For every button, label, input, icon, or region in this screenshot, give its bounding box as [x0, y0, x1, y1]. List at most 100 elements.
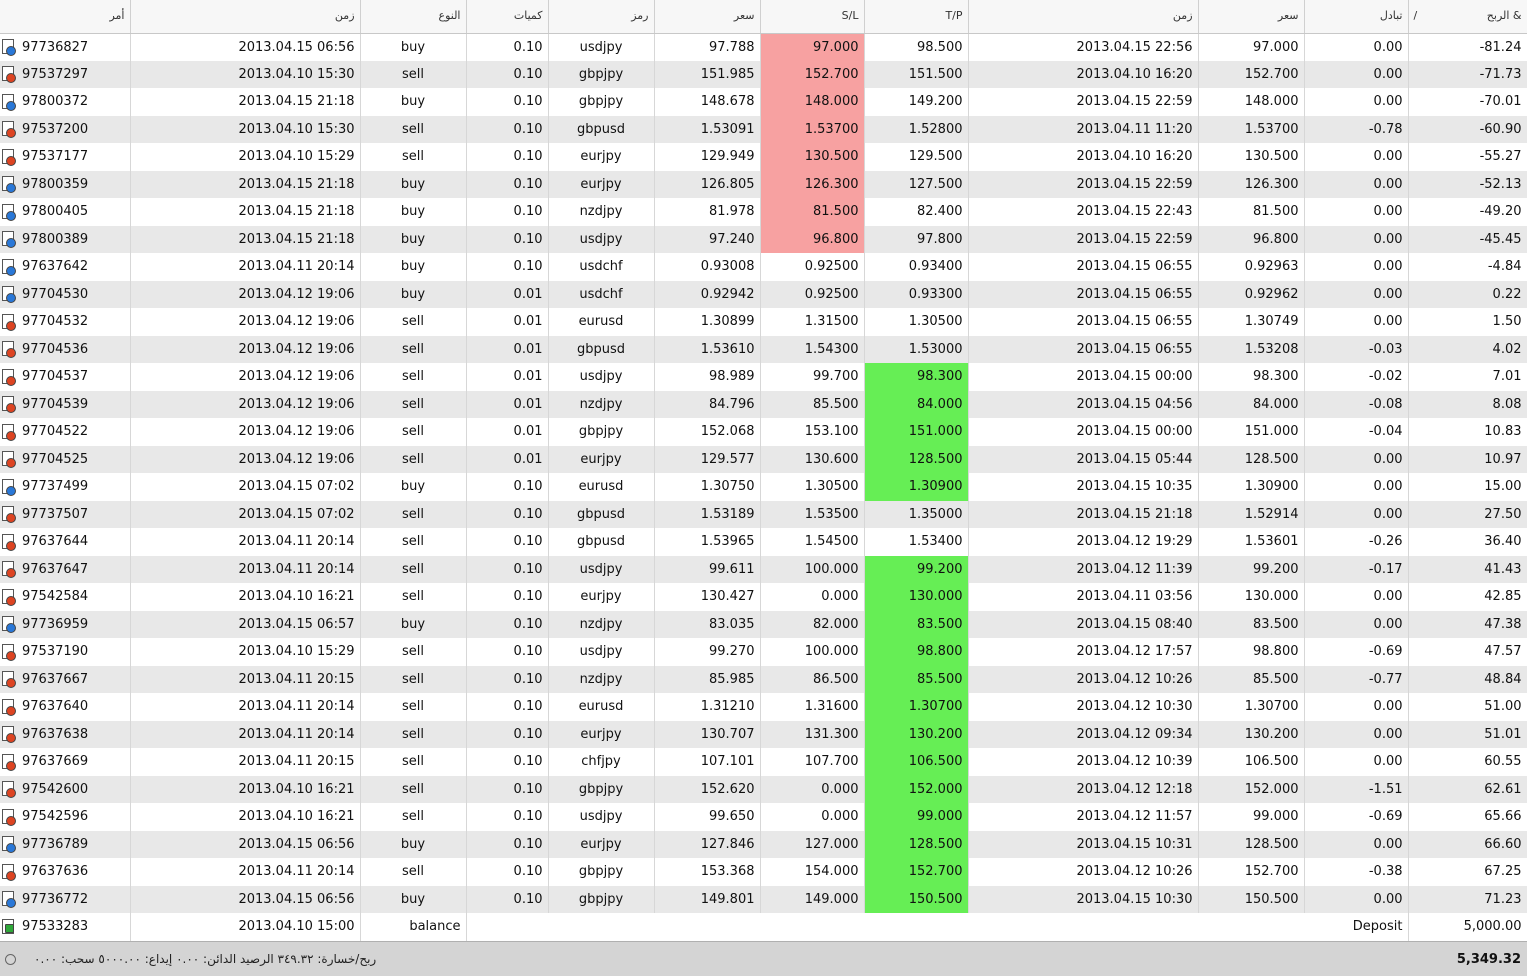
open-price-cell: 0.92942 [654, 280, 761, 308]
open-time-cell: 2013.04.10 15:30 [130, 115, 361, 143]
close-price-cell: 126.300 [1198, 170, 1305, 198]
open-price-cell: 151.985 [654, 60, 761, 88]
swap-cell: -0.17 [1304, 555, 1409, 583]
trade-row[interactable]: 97637636 2013.04.11 20:14 sell 0.10 gbpjpy 15… [0, 858, 1527, 886]
trade-row[interactable]: 97537190 2013.04.10 15:29 sell 0.10 usdjpy 99… [0, 638, 1527, 666]
trade-row[interactable]: 97800389 2013.04.15 21:18 buy 0.10 usdjpy 97.… [0, 225, 1527, 253]
symbol-cell: gbpjpy [548, 858, 655, 886]
open-price-cell: 152.068 [654, 418, 761, 446]
header-size[interactable]: كميات [466, 0, 549, 34]
order-number: 97637640 [22, 699, 89, 715]
header-profit[interactable]: / الربح & [1408, 0, 1527, 34]
symbol-cell: nzdjpy [548, 610, 655, 638]
trade-row[interactable]: 97800405 2013.04.15 21:18 buy 0.10 nzdjpy 81.… [0, 198, 1527, 226]
trade-row[interactable]: 97736959 2013.04.15 06:57 buy 0.10 nzdjpy 83.… [0, 610, 1527, 638]
header-type[interactable]: النوع [360, 0, 467, 34]
close-time-cell: 2013.04.15 06:55 [968, 253, 1199, 281]
tp-cell: 128.500 [864, 830, 969, 858]
open-time-cell: 2013.04.15 21:18 [130, 198, 361, 226]
trade-row[interactable]: 97704539 2013.04.12 19:06 sell 0.01 nzdjpy 84… [0, 390, 1527, 418]
size-cell: 0.10 [466, 830, 549, 858]
trade-row[interactable]: 97542596 2013.04.10 16:21 sell 0.10 usdjpy 99… [0, 803, 1527, 831]
balance-row[interactable]: 97533283 2013.04.10 15:00 balance Deposit 5,… [0, 913, 1527, 941]
size-cell: 0.10 [466, 803, 549, 831]
symbol-cell: usdjpy [548, 803, 655, 831]
type-cell: sell [360, 308, 467, 336]
sell-order-icon [2, 863, 16, 881]
trade-row[interactable]: 97800372 2013.04.15 21:18 buy 0.10 gbpjpy 148… [0, 88, 1527, 116]
trade-row[interactable]: 97737507 2013.04.15 07:02 sell 0.10 gbpusd 1.… [0, 500, 1527, 528]
close-time-cell: 2013.04.15 10:31 [968, 830, 1199, 858]
open-price-cell: 126.805 [654, 170, 761, 198]
trade-row[interactable]: 97537297 2013.04.10 15:30 sell 0.10 gbpjpy 15… [0, 60, 1527, 88]
sl-cell: 100.000 [760, 555, 865, 583]
trade-row[interactable]: 97637644 2013.04.11 20:14 sell 0.10 gbpusd 1.… [0, 528, 1527, 556]
trade-row[interactable]: 97637638 2013.04.11 20:14 sell 0.10 eurjpy 13… [0, 720, 1527, 748]
trade-row[interactable]: 97800359 2013.04.15 21:18 buy 0.10 eurjpy 126… [0, 170, 1527, 198]
close-price-cell: 97.000 [1198, 33, 1305, 61]
header-open-time[interactable]: زمن [130, 0, 361, 34]
swap-cell: 0.00 [1304, 885, 1409, 913]
type-cell: sell [360, 858, 467, 886]
open-price-cell: 129.577 [654, 445, 761, 473]
trade-row[interactable]: 97704522 2013.04.12 19:06 sell 0.01 gbpjpy 15… [0, 418, 1527, 446]
trade-row[interactable]: 97637642 2013.04.11 20:14 buy 0.10 usdchf 0.9… [0, 253, 1527, 281]
close-time-cell: 2013.04.15 00:00 [968, 418, 1199, 446]
header-open-price[interactable]: سعر [654, 0, 761, 34]
type-cell: buy [360, 280, 467, 308]
close-price-cell: 130.200 [1198, 720, 1305, 748]
trade-row[interactable]: 97736789 2013.04.15 06:56 buy 0.10 eurjpy 127… [0, 830, 1527, 858]
type-cell: sell [360, 528, 467, 556]
trade-row[interactable]: 97736827 2013.04.15 06:56 buy 0.10 usdjpy 97.… [0, 33, 1527, 61]
header-sl[interactable]: S/L [760, 0, 865, 34]
trade-row[interactable]: 97737499 2013.04.15 07:02 buy 0.10 eurusd 1.3… [0, 473, 1527, 501]
sell-order-icon [2, 66, 16, 84]
header-close-time[interactable]: زمن [968, 0, 1199, 34]
trade-row[interactable]: 97637647 2013.04.11 20:14 sell 0.10 usdjpy 99… [0, 555, 1527, 583]
comment-cell: Deposit [466, 913, 1409, 941]
order-cell: 97542596 [0, 803, 131, 831]
trade-row[interactable]: 97704537 2013.04.12 19:06 sell 0.01 usdjpy 98… [0, 363, 1527, 391]
trade-row[interactable]: 97736772 2013.04.15 06:56 buy 0.10 gbpjpy 149… [0, 885, 1527, 913]
trade-row[interactable]: 97637667 2013.04.11 20:15 sell 0.10 nzdjpy 85… [0, 665, 1527, 693]
sl-cell: 0.000 [760, 583, 865, 611]
open-price-cell: 129.949 [654, 143, 761, 171]
order-cell: 97637669 [0, 748, 131, 776]
trade-row[interactable]: 97704525 2013.04.12 19:06 sell 0.01 eurjpy 12… [0, 445, 1527, 473]
profit-cell: 10.83 [1408, 418, 1527, 446]
status-bar: ربح/خسارة: ٣٤٩.٣٢ الرصيد الدائن: ٠.٠٠ إي… [0, 941, 1527, 976]
order-number: 97637647 [22, 561, 89, 577]
sl-cell: 130.600 [760, 445, 865, 473]
order-number: 97800405 [22, 204, 89, 220]
header-tp[interactable]: T/P [864, 0, 969, 34]
profit-cell: -60.90 [1408, 115, 1527, 143]
tp-cell: 83.500 [864, 610, 969, 638]
buy-order-icon [2, 478, 16, 496]
buy-order-icon [2, 616, 16, 634]
trade-row[interactable]: 97704532 2013.04.12 19:06 sell 0.01 eurusd 1.… [0, 308, 1527, 336]
close-price-cell: 1.53208 [1198, 335, 1305, 363]
swap-cell: -1.51 [1304, 775, 1409, 803]
order-number: 97736789 [22, 836, 89, 852]
trade-row[interactable]: 97704530 2013.04.12 19:06 buy 0.01 usdchf 0.9… [0, 280, 1527, 308]
size-cell: 0.10 [466, 885, 549, 913]
trade-row[interactable]: 97542600 2013.04.10 16:21 sell 0.10 gbpjpy 15… [0, 775, 1527, 803]
trade-row[interactable]: 97704536 2013.04.12 19:06 sell 0.01 gbpusd 1.… [0, 335, 1527, 363]
header-symbol[interactable]: رمز [548, 0, 655, 34]
header-swap[interactable]: تبادل [1304, 0, 1409, 34]
open-time-cell: 2013.04.15 07:02 [130, 500, 361, 528]
header-close-price[interactable]: سعر [1198, 0, 1305, 34]
trade-row[interactable]: 97537200 2013.04.10 15:30 sell 0.10 gbpusd 1.… [0, 115, 1527, 143]
trade-row[interactable]: 97542584 2013.04.10 16:21 sell 0.10 eurjpy 13… [0, 583, 1527, 611]
close-time-cell: 2013.04.10 16:20 [968, 60, 1199, 88]
open-price-cell: 1.30750 [654, 473, 761, 501]
profit-cell: 41.43 [1408, 555, 1527, 583]
header-order[interactable]: أمر [0, 0, 131, 34]
symbol-cell: eurjpy [548, 445, 655, 473]
order-number: 97637667 [22, 671, 89, 687]
swap-cell: 0.00 [1304, 308, 1409, 336]
trade-row[interactable]: 97637640 2013.04.11 20:14 sell 0.10 eurusd 1.… [0, 693, 1527, 721]
trade-row[interactable]: 97637669 2013.04.11 20:15 sell 0.10 chfjpy 10… [0, 748, 1527, 776]
tp-cell: 1.53000 [864, 335, 969, 363]
trade-row[interactable]: 97537177 2013.04.10 15:29 sell 0.10 eurjpy 12… [0, 143, 1527, 171]
